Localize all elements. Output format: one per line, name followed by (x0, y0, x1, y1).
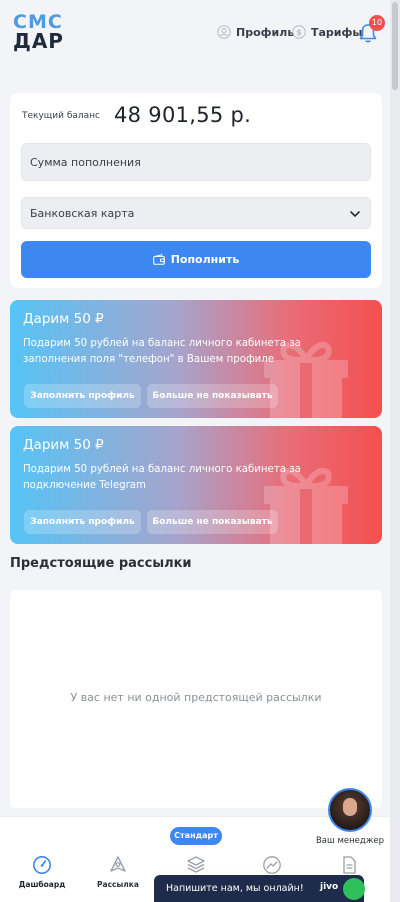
nav-item-label: Рассылка (97, 880, 139, 889)
header: СМС ДАР Профиль $ Тарифы 10 (0, 0, 390, 64)
promo-title: Дарим 50 ₽ (23, 437, 104, 453)
nav-item-mailing[interactable]: Рассылка (88, 855, 148, 895)
chat-brand: jivo (320, 882, 339, 892)
document-icon (343, 856, 356, 874)
upcoming-mailings-title: Предстоящие рассылки (10, 556, 192, 571)
chat-widget[interactable]: Напишите нам, мы онлайн! jivo (154, 875, 365, 902)
balance-card: Текущий баланс 48 901,55 р. Сумма пополн… (10, 93, 382, 288)
empty-state-message: У вас нет ни одной предстоящей рассылки (70, 691, 322, 704)
manager-widget[interactable]: Ваш менеджер (314, 788, 386, 850)
scrollbar[interactable] (390, 0, 400, 902)
topup-button[interactable]: Пополнить (21, 241, 371, 278)
promo-text: Подарим 50 рублей на баланс личного каби… (23, 338, 301, 365)
nav-item-dashboard[interactable]: Дашбоард (12, 855, 72, 895)
online-indicator-icon (343, 878, 365, 900)
speedometer-icon (33, 856, 51, 874)
topup-button-label: Пополнить (170, 253, 240, 266)
chat-widget-text: Напишите нам, мы онлайн! (166, 883, 304, 894)
promo-text: Подарим 50 рублей на баланс личного каби… (23, 464, 301, 491)
app-frame: СМС ДАР Профиль $ Тарифы 10 Текущий бала (0, 0, 390, 902)
nav-item-label: Дашбоард (18, 880, 66, 889)
manager-label: Ваш менеджер (315, 836, 385, 846)
topup-amount-placeholder: Сумма пополнения (30, 155, 141, 169)
payment-method-select[interactable]: Банковская карта (21, 197, 371, 229)
fill-profile-button[interactable]: Заполнить профиль (24, 510, 141, 534)
promo-title: Дарим 50 ₽ (23, 311, 104, 327)
user-icon (217, 25, 231, 39)
dollar-icon: $ (292, 25, 306, 39)
svg-text:$: $ (296, 28, 302, 37)
stats-icon (263, 856, 281, 874)
balance-value: 48 901,55 р. (114, 103, 252, 127)
notifications-badge: 10 (369, 15, 385, 31)
tariffs-label: Тарифы (311, 25, 363, 39)
manager-avatar-face (343, 798, 357, 816)
tariffs-link[interactable]: $ Тарифы (292, 24, 362, 40)
scrollbar-thumb[interactable] (392, 2, 398, 90)
profile-label: Профиль (236, 25, 295, 39)
fill-profile-button[interactable]: Заполнить профиль (24, 384, 141, 408)
promo-card-phone: Дарим 50 ₽ Подарим 50 рублей на баланс л… (10, 300, 382, 418)
balance-label: Текущий баланс (22, 111, 100, 121)
payment-method-value: Банковская карта (30, 206, 135, 220)
wallet-icon (152, 254, 165, 265)
manager-avatar (328, 788, 372, 832)
logo-bottom-text: ДАР (13, 29, 64, 53)
promo-card-telegram: Дарим 50 ₽ Подарим 50 рублей на баланс л… (10, 426, 382, 544)
dont-show-again-button[interactable]: Больше не показывать (147, 384, 278, 408)
chevron-down-icon (350, 211, 360, 217)
send-icon (110, 856, 126, 872)
logo[interactable]: СМС ДАР (13, 13, 63, 52)
plan-badge[interactable]: Стандарт (170, 827, 222, 845)
dont-show-again-button[interactable]: Больше не показывать (147, 510, 278, 534)
profile-link[interactable]: Профиль (217, 24, 294, 40)
topup-amount-input[interactable]: Сумма пополнения (21, 143, 371, 181)
layers-icon (187, 856, 205, 873)
upcoming-mailings-card: У вас нет ни одной предстоящей рассылки (10, 590, 382, 808)
